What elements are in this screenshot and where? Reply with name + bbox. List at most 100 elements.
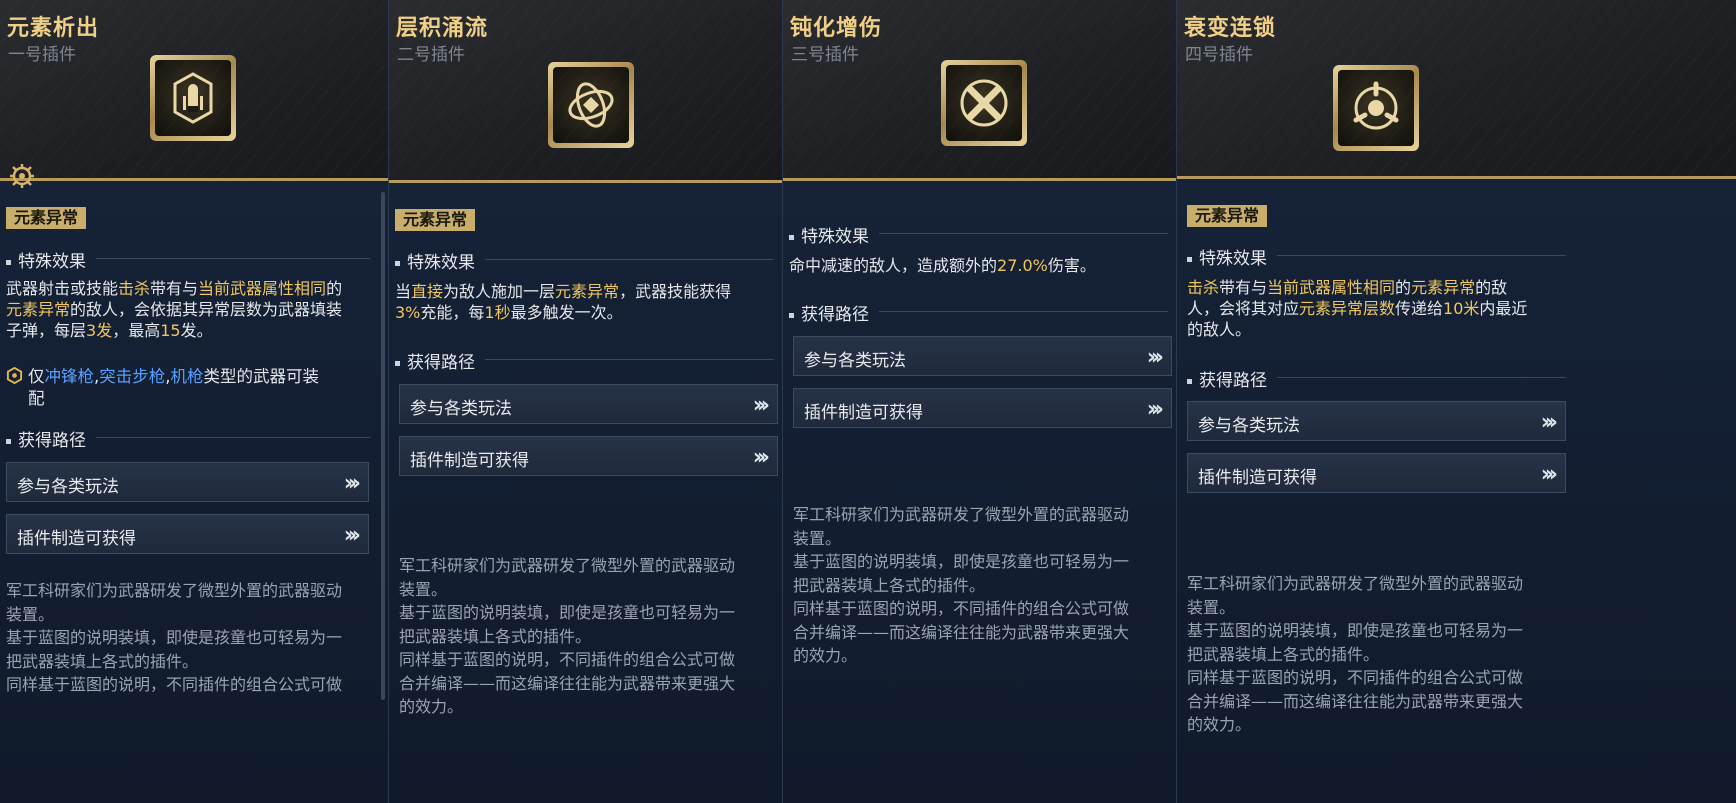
highlight-text: 27.0% bbox=[997, 256, 1048, 275]
double-chevron-right-icon: ››› bbox=[343, 471, 361, 496]
plugin-subtitle: 二号插件 bbox=[397, 45, 465, 65]
text-line: 武器射击或技能击杀带有与当前武器属性相同的 bbox=[6, 278, 342, 299]
highlight-text: 元素异常层数 bbox=[1299, 299, 1396, 318]
lore-line: 军工科研家们为武器研发了微型外置的武器驱动 bbox=[6, 581, 343, 600]
source-label: 参与各类玩法 bbox=[1198, 416, 1300, 436]
text-segment: 子弹，每层 bbox=[6, 321, 87, 340]
lore-line: 的效力。 bbox=[793, 646, 858, 665]
text-segment: 伤害。 bbox=[1047, 256, 1096, 275]
text-line: 子弹，每层3发，最高15发。 bbox=[6, 320, 342, 341]
source-label: 参与各类玩法 bbox=[410, 399, 512, 419]
lore-text: 军工科研家们为武器研发了微型外置的武器驱动 装置。基于蓝图的说明装填，即使是孩童也… bbox=[6, 579, 342, 697]
lore-line: 基于蓝图的说明装填，即使是孩童也可轻易为一 bbox=[1187, 621, 1524, 640]
double-chevron-right-icon: ››› bbox=[1146, 345, 1164, 370]
plugin-title: 元素析出 bbox=[7, 16, 100, 41]
source-label: 插件制造可获得 bbox=[410, 451, 529, 471]
element-anomaly-tag: 元素异常 bbox=[395, 209, 476, 231]
source-gameplay-button[interactable]: 参与各类玩法 ››› bbox=[6, 462, 369, 502]
source-crafting-button[interactable]: 插件制造可获得 ››› bbox=[793, 388, 1172, 428]
text-segment: 的 bbox=[1395, 278, 1412, 297]
lore-line: 把武器装填上各式的插件。 bbox=[1187, 644, 1380, 664]
lore-line: 同样基于蓝图的说明，不同插件的组合公式可做 bbox=[399, 650, 736, 669]
text-segment: 带有与 bbox=[1219, 278, 1268, 297]
text-line: 的敌人。 bbox=[1187, 319, 1527, 340]
source-label: 参与各类玩法 bbox=[17, 477, 119, 497]
plugin-title: 钝化增伤 bbox=[790, 16, 883, 41]
surge-plugin-icon bbox=[548, 62, 634, 148]
card-header: 层积涌流 二号插件 bbox=[389, 0, 782, 183]
text-segment: 命中减速的敌人，造成额外的 bbox=[789, 256, 998, 275]
lore-line: 装置。 bbox=[399, 579, 448, 599]
effect-header: 特殊效果 bbox=[789, 222, 869, 247]
double-chevron-right-icon: ››› bbox=[1540, 410, 1558, 435]
double-chevron-right-icon: ››› bbox=[343, 523, 361, 548]
fade-overlay bbox=[1177, 733, 1736, 803]
text-segment: 的敌人。 bbox=[1187, 320, 1252, 339]
text-segment: 充能，每 bbox=[420, 303, 485, 322]
plugin-subtitle: 四号插件 bbox=[1185, 45, 1253, 65]
highlight-text: 10米 bbox=[1443, 299, 1480, 318]
element-anomaly-tag: 元素异常 bbox=[6, 207, 87, 229]
source-crafting-button[interactable]: 插件制造可获得 ››› bbox=[399, 436, 778, 476]
lore-line: 的效力。 bbox=[399, 697, 464, 716]
blunt-damage-plugin-icon bbox=[941, 60, 1027, 146]
effect-header: 特殊效果 bbox=[1187, 244, 1267, 269]
text-segment: 内最近 bbox=[1479, 299, 1528, 318]
card-header: 元素析出 一号插件 bbox=[0, 0, 388, 188]
plugin-comparison: 元素析出 一号插件 元素异常 特殊效果 武器射击或技能击杀带有与当前武器属性相同… bbox=[0, 0, 1736, 803]
effect-text: 当直接为敌人施加一层元素异常，武器技能获得 3%充能，每1秒最多触发一次。 bbox=[395, 281, 731, 323]
text-segment: 武器射击或技能 bbox=[6, 279, 119, 298]
lore-line: 基于蓝图的说明装填，即使是孩童也可轻易为一 bbox=[793, 552, 1130, 571]
divider bbox=[485, 359, 774, 360]
highlight-text: 元素异常 bbox=[1411, 278, 1476, 297]
text-segment: 传递给 bbox=[1395, 299, 1444, 318]
lore-line: 基于蓝图的说明装填，即使是孩童也可轻易为一 bbox=[399, 603, 736, 622]
source-crafting-button[interactable]: 插件制造可获得 ››› bbox=[1187, 453, 1566, 493]
lore-text: 军工科研家们为武器研发了微型外置的武器驱动 装置。基于蓝图的说明装填，即使是孩童也… bbox=[399, 554, 735, 719]
source-gameplay-button[interactable]: 参与各类玩法 ››› bbox=[793, 336, 1172, 376]
source-crafting-button[interactable]: 插件制造可获得 ››› bbox=[6, 514, 369, 554]
source-header: 获得路径 bbox=[6, 426, 86, 451]
source-gameplay-button[interactable]: 参与各类玩法 ››› bbox=[1187, 401, 1566, 441]
source-gameplay-button[interactable]: 参与各类玩法 ››› bbox=[399, 384, 778, 424]
highlight-text: 3% bbox=[395, 303, 421, 322]
text-segment: 类型的武器可装 bbox=[203, 367, 320, 386]
effect-text: 击杀带有与当前武器属性相同的元素异常的敌 人，会将其对应元素异常层数传递给10米内… bbox=[1187, 277, 1527, 340]
lore-line: 装置。 bbox=[793, 528, 842, 548]
source-header: 获得路径 bbox=[789, 300, 869, 325]
text-segment: 当 bbox=[395, 282, 412, 301]
plugin-title: 衰变连锁 bbox=[1184, 16, 1277, 41]
text-segment: 发。 bbox=[180, 321, 213, 340]
text-line: 3%充能，每1秒最多触发一次。 bbox=[395, 302, 731, 323]
lore-line: 合并编译——而这编译往往能为武器带来更强大 bbox=[793, 622, 1130, 642]
plugin-card-1: 元素析出 一号插件 元素异常 特殊效果 武器射击或技能击杀带有与当前武器属性相同… bbox=[0, 0, 389, 803]
bullet-plugin-icon bbox=[150, 55, 236, 141]
lore-line: 装置。 bbox=[6, 604, 55, 624]
highlight-text: 机枪 bbox=[170, 367, 204, 386]
divider bbox=[879, 233, 1168, 234]
text-line: 人，会将其对应元素异常层数传递给10米内最近 bbox=[1187, 298, 1527, 319]
source-header: 获得路径 bbox=[395, 348, 475, 373]
plugin-subtitle: 一号插件 bbox=[8, 45, 76, 65]
lore-line: 把武器装填上各式的插件。 bbox=[399, 626, 592, 646]
effect-text: 武器射击或技能击杀带有与当前武器属性相同的 元素异常的敌人，会依据其异常层数为武器… bbox=[6, 278, 342, 341]
lore-line: 军工科研家们为武器研发了微型外置的武器驱动 bbox=[399, 556, 736, 575]
lore-line: 同样基于蓝图的说明，不同插件的组合公式可做 bbox=[1187, 668, 1524, 687]
highlight-text: 3发 bbox=[86, 321, 113, 340]
effect-header: 特殊效果 bbox=[6, 247, 86, 272]
lore-line: 军工科研家们为武器研发了微型外置的武器驱动 bbox=[1187, 574, 1524, 593]
divider bbox=[96, 258, 370, 259]
highlight-text: 1秒 bbox=[484, 303, 511, 322]
source-label: 参与各类玩法 bbox=[804, 351, 906, 371]
text-line: 击杀带有与当前武器属性相同的元素异常的敌 bbox=[1187, 277, 1527, 298]
double-chevron-right-icon: ››› bbox=[1540, 462, 1558, 487]
scrollbar[interactable] bbox=[381, 192, 385, 700]
lore-line: 基于蓝图的说明装填，即使是孩童也可轻易为一 bbox=[6, 628, 343, 647]
highlight-text: 元素异常 bbox=[6, 300, 71, 319]
divider bbox=[96, 437, 370, 438]
text-line: 仅冲锋枪,突击步枪,机枪类型的武器可装 bbox=[28, 366, 319, 388]
double-chevron-right-icon: ››› bbox=[752, 445, 770, 470]
card-header: 钝化增伤 三号插件 bbox=[783, 0, 1176, 181]
fade-overlay bbox=[0, 733, 388, 803]
highlight-text: 当前武器属性相同 bbox=[198, 279, 327, 298]
